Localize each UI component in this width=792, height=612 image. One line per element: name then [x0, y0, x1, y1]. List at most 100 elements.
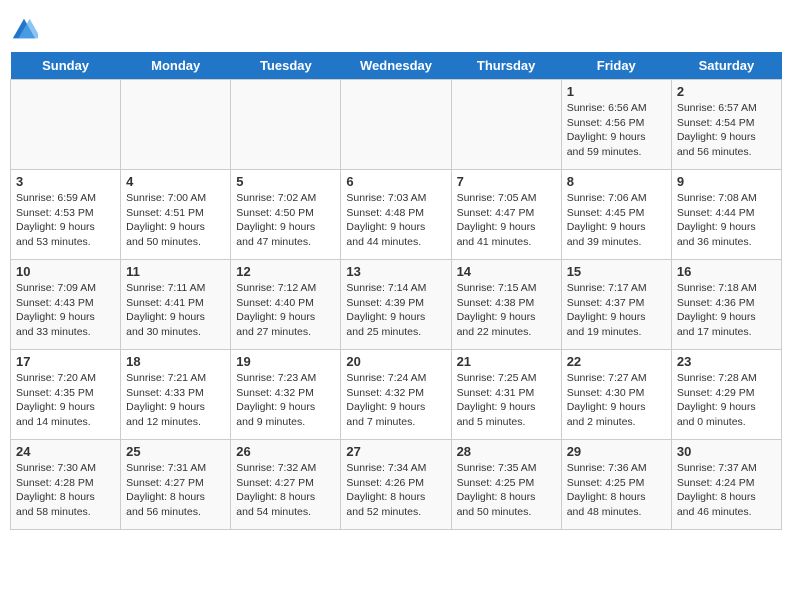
day-number: 22: [567, 354, 666, 369]
weekday-header-tuesday: Tuesday: [231, 52, 341, 80]
calendar-cell-w3-d6: 23Sunrise: 7:28 AM Sunset: 4:29 PM Dayli…: [671, 350, 781, 440]
calendar-cell-w3-d3: 20 Sunrise: 7:24 AM Sunset: 4:32 PM Dayli…: [341, 350, 451, 440]
day-number: 5: [236, 174, 335, 189]
day-detail: Sunrise: 7:00 AM Sunset: 4:51 PM Dayligh…: [126, 191, 225, 250]
day-detail: Sunrise: 6:56 AM Sunset: 4:56 PM Dayligh…: [567, 101, 666, 160]
calendar-cell-w2-d2: 12Sunrise: 7:12 AM Sunset: 4:40 PM Dayli…: [231, 260, 341, 350]
day-detail: Sunrise: 7:32 AM Sunset: 4:27 PM Dayligh…: [236, 461, 335, 520]
calendar-cell-w1-d3: 6 Sunrise: 7:03 AM Sunset: 4:48 PM Daylig…: [341, 170, 451, 260]
day-number: 2: [677, 84, 776, 99]
calendar-cell-w0-d6: 2 Sunrise: 6:57 AM Sunset: 4:54 PM Daylig…: [671, 80, 781, 170]
day-detail: Sunrise: 7:17 AM Sunset: 4:37 PM Dayligh…: [567, 281, 666, 340]
day-number: 8: [567, 174, 666, 189]
calendar-cell-w3-d1: 18 Sunrise: 7:21 AM Sunset: 4:33 PM Dayli…: [121, 350, 231, 440]
calendar-cell-w0-d4: [451, 80, 561, 170]
day-detail: Sunrise: 7:30 AM Sunset: 4:28 PM Dayligh…: [16, 461, 115, 520]
day-detail: Sunrise: 7:18 AM Sunset: 4:36 PM Dayligh…: [677, 281, 776, 340]
calendar-week-4: 24Sunrise: 7:30 AM Sunset: 4:28 PM Dayli…: [11, 440, 782, 530]
day-number: 17: [16, 354, 115, 369]
day-number: 14: [457, 264, 556, 279]
calendar-cell-w3-d2: 19 Sunrise: 7:23 AM Sunset: 4:32 PM Dayli…: [231, 350, 341, 440]
day-detail: Sunrise: 6:59 AM Sunset: 4:53 PM Dayligh…: [16, 191, 115, 250]
calendar-cell-w0-d1: [121, 80, 231, 170]
calendar-week-2: 10 Sunrise: 7:09 AM Sunset: 4:43 PM Dayli…: [11, 260, 782, 350]
day-number: 3: [16, 174, 115, 189]
calendar-cell-w1-d5: 8 Sunrise: 7:06 AM Sunset: 4:45 PM Daylig…: [561, 170, 671, 260]
day-number: 28: [457, 444, 556, 459]
day-number: 25: [126, 444, 225, 459]
calendar-cell-w1-d0: 3 Sunrise: 6:59 AM Sunset: 4:53 PM Daylig…: [11, 170, 121, 260]
calendar-cell-w2-d6: 16 Sunrise: 7:18 AM Sunset: 4:36 PM Dayli…: [671, 260, 781, 350]
calendar-body: 1Sunrise: 6:56 AM Sunset: 4:56 PM Daylig…: [11, 80, 782, 530]
calendar-cell-w0-d2: [231, 80, 341, 170]
day-number: 16: [677, 264, 776, 279]
day-detail: Sunrise: 7:06 AM Sunset: 4:45 PM Dayligh…: [567, 191, 666, 250]
day-number: 7: [457, 174, 556, 189]
day-number: 12: [236, 264, 335, 279]
calendar-cell-w4-d6: 30Sunrise: 7:37 AM Sunset: 4:24 PM Dayli…: [671, 440, 781, 530]
day-detail: Sunrise: 7:31 AM Sunset: 4:27 PM Dayligh…: [126, 461, 225, 520]
calendar-cell-w2-d3: 13 Sunrise: 7:14 AM Sunset: 4:39 PM Dayli…: [341, 260, 451, 350]
weekday-header-sunday: Sunday: [11, 52, 121, 80]
day-detail: Sunrise: 7:36 AM Sunset: 4:25 PM Dayligh…: [567, 461, 666, 520]
calendar-table: SundayMondayTuesdayWednesdayThursdayFrid…: [10, 52, 782, 530]
day-detail: Sunrise: 7:34 AM Sunset: 4:26 PM Dayligh…: [346, 461, 445, 520]
day-number: 26: [236, 444, 335, 459]
day-number: 19: [236, 354, 335, 369]
day-number: 27: [346, 444, 445, 459]
calendar-cell-w0-d3: [341, 80, 451, 170]
day-number: 23: [677, 354, 776, 369]
calendar-cell-w4-d4: 28Sunrise: 7:35 AM Sunset: 4:25 PM Dayli…: [451, 440, 561, 530]
day-detail: Sunrise: 7:27 AM Sunset: 4:30 PM Dayligh…: [567, 371, 666, 430]
calendar-cell-w4-d5: 29 Sunrise: 7:36 AM Sunset: 4:25 PM Dayli…: [561, 440, 671, 530]
weekday-header-thursday: Thursday: [451, 52, 561, 80]
day-detail: Sunrise: 7:08 AM Sunset: 4:44 PM Dayligh…: [677, 191, 776, 250]
day-detail: Sunrise: 7:14 AM Sunset: 4:39 PM Dayligh…: [346, 281, 445, 340]
day-number: 20: [346, 354, 445, 369]
calendar-cell-w2-d1: 11 Sunrise: 7:11 AM Sunset: 4:41 PM Dayli…: [121, 260, 231, 350]
calendar-week-1: 3 Sunrise: 6:59 AM Sunset: 4:53 PM Daylig…: [11, 170, 782, 260]
calendar-week-0: 1Sunrise: 6:56 AM Sunset: 4:56 PM Daylig…: [11, 80, 782, 170]
calendar-cell-w4-d3: 27 Sunrise: 7:34 AM Sunset: 4:26 PM Dayli…: [341, 440, 451, 530]
calendar-cell-w3-d4: 21Sunrise: 7:25 AM Sunset: 4:31 PM Dayli…: [451, 350, 561, 440]
calendar-cell-w0-d0: [11, 80, 121, 170]
calendar-cell-w2-d5: 15 Sunrise: 7:17 AM Sunset: 4:37 PM Dayli…: [561, 260, 671, 350]
day-detail: Sunrise: 7:05 AM Sunset: 4:47 PM Dayligh…: [457, 191, 556, 250]
day-number: 15: [567, 264, 666, 279]
day-detail: Sunrise: 7:23 AM Sunset: 4:32 PM Dayligh…: [236, 371, 335, 430]
calendar-cell-w1-d4: 7 Sunrise: 7:05 AM Sunset: 4:47 PM Daylig…: [451, 170, 561, 260]
weekday-header-monday: Monday: [121, 52, 231, 80]
weekday-row: SundayMondayTuesdayWednesdayThursdayFrid…: [11, 52, 782, 80]
calendar-header: SundayMondayTuesdayWednesdayThursdayFrid…: [11, 52, 782, 80]
day-number: 29: [567, 444, 666, 459]
calendar-cell-w1-d1: 4 Sunrise: 7:00 AM Sunset: 4:51 PM Daylig…: [121, 170, 231, 260]
weekday-header-wednesday: Wednesday: [341, 52, 451, 80]
calendar-week-3: 17 Sunrise: 7:20 AM Sunset: 4:35 PM Dayli…: [11, 350, 782, 440]
calendar-cell-w0-d5: 1Sunrise: 6:56 AM Sunset: 4:56 PM Daylig…: [561, 80, 671, 170]
day-detail: Sunrise: 7:24 AM Sunset: 4:32 PM Dayligh…: [346, 371, 445, 430]
logo: [10, 16, 42, 44]
page-header: [10, 10, 782, 44]
calendar-cell-w4-d2: 26 Sunrise: 7:32 AM Sunset: 4:27 PM Dayli…: [231, 440, 341, 530]
day-number: 10: [16, 264, 115, 279]
day-detail: Sunrise: 7:11 AM Sunset: 4:41 PM Dayligh…: [126, 281, 225, 340]
day-detail: Sunrise: 7:15 AM Sunset: 4:38 PM Dayligh…: [457, 281, 556, 340]
day-detail: Sunrise: 7:21 AM Sunset: 4:33 PM Dayligh…: [126, 371, 225, 430]
calendar-cell-w3-d5: 22 Sunrise: 7:27 AM Sunset: 4:30 PM Dayli…: [561, 350, 671, 440]
calendar-cell-w3-d0: 17 Sunrise: 7:20 AM Sunset: 4:35 PM Dayli…: [11, 350, 121, 440]
day-number: 11: [126, 264, 225, 279]
calendar-cell-w1-d6: 9Sunrise: 7:08 AM Sunset: 4:44 PM Daylig…: [671, 170, 781, 260]
day-number: 13: [346, 264, 445, 279]
day-number: 6: [346, 174, 445, 189]
calendar-cell-w1-d2: 5 Sunrise: 7:02 AM Sunset: 4:50 PM Daylig…: [231, 170, 341, 260]
day-detail: Sunrise: 7:20 AM Sunset: 4:35 PM Dayligh…: [16, 371, 115, 430]
day-detail: Sunrise: 6:57 AM Sunset: 4:54 PM Dayligh…: [677, 101, 776, 160]
day-detail: Sunrise: 7:02 AM Sunset: 4:50 PM Dayligh…: [236, 191, 335, 250]
day-detail: Sunrise: 7:25 AM Sunset: 4:31 PM Dayligh…: [457, 371, 556, 430]
weekday-header-friday: Friday: [561, 52, 671, 80]
day-number: 18: [126, 354, 225, 369]
day-detail: Sunrise: 7:03 AM Sunset: 4:48 PM Dayligh…: [346, 191, 445, 250]
day-number: 30: [677, 444, 776, 459]
day-number: 4: [126, 174, 225, 189]
day-detail: Sunrise: 7:09 AM Sunset: 4:43 PM Dayligh…: [16, 281, 115, 340]
